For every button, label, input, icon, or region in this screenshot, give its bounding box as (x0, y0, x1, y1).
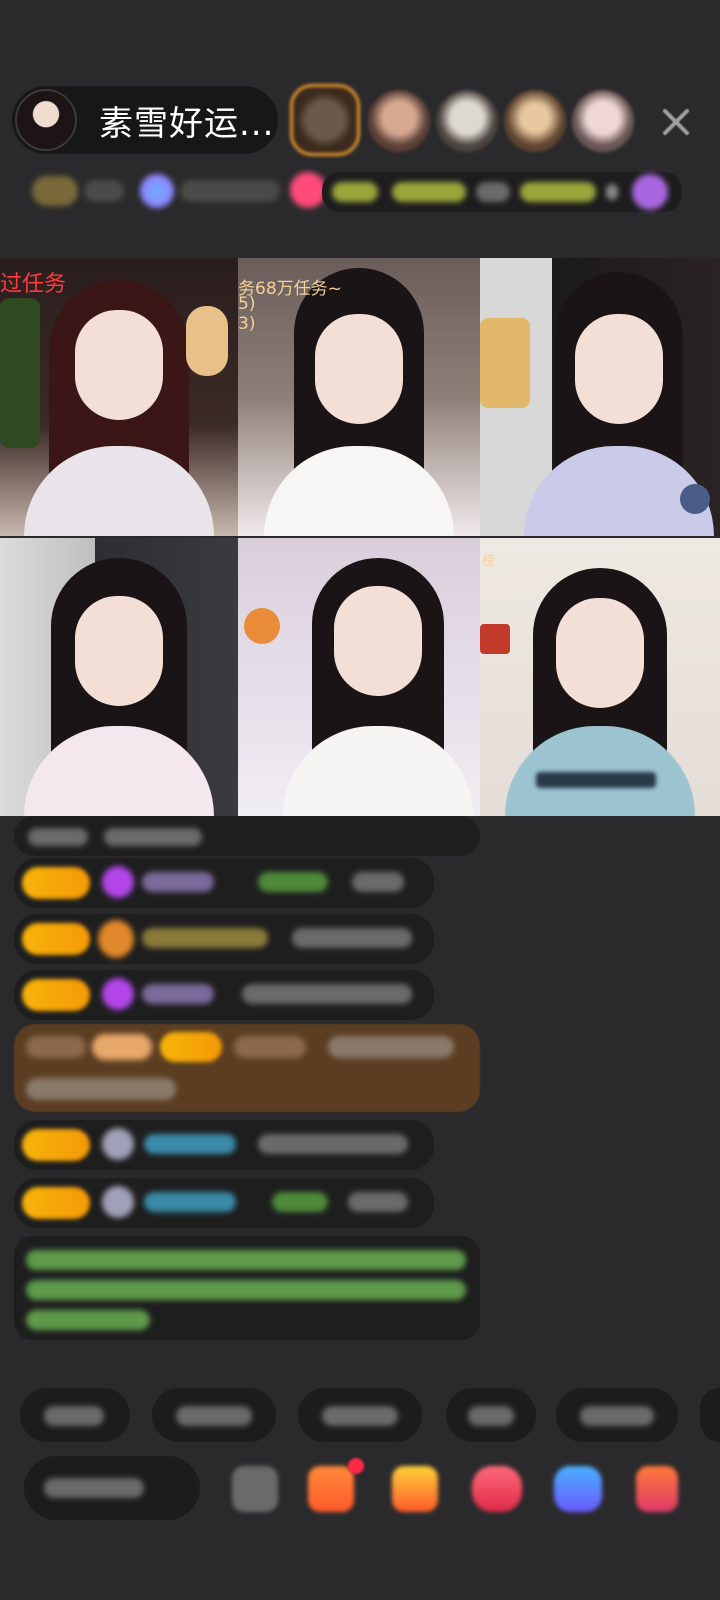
quick-reply-chip[interactable] (152, 1388, 276, 1442)
quick-reply-chip[interactable] (556, 1388, 678, 1442)
hot-icon[interactable] (290, 172, 326, 208)
tile-label: 3) (238, 314, 256, 334)
viewer-avatar[interactable] (368, 90, 430, 152)
live-info-row (22, 172, 692, 216)
gift-message-panel[interactable] (14, 1024, 480, 1112)
globe-icon (140, 174, 174, 208)
rank-arrow (606, 184, 618, 200)
rank-tag (392, 182, 466, 202)
chat-message[interactable] (14, 914, 434, 964)
stat-chip (84, 180, 124, 202)
video-tile[interactable] (0, 538, 238, 816)
gift-box-icon[interactable] (392, 1466, 438, 1512)
chat-message[interactable] (14, 858, 434, 908)
viewer-avatar[interactable] (504, 90, 566, 152)
quick-reply-chip[interactable] (446, 1388, 536, 1442)
viewer-avatar[interactable] (572, 90, 634, 152)
chat-message[interactable] (14, 970, 434, 1020)
rank-tag (520, 182, 596, 202)
tile-label: 榜 (482, 554, 496, 569)
rank-tag (476, 182, 510, 202)
tile-label: 过任务 (0, 272, 67, 297)
more-icon[interactable] (636, 1466, 678, 1512)
video-grid: 过任务 务68万任务~ 5) 3) 榜 (0, 258, 720, 816)
viewer-avatar[interactable] (436, 90, 498, 152)
chat-input[interactable] (24, 1456, 200, 1520)
video-tile[interactable] (238, 538, 480, 816)
tile-label: 5) (238, 294, 256, 314)
chat-message[interactable] (14, 1120, 434, 1170)
close-icon[interactable] (654, 100, 698, 144)
emoji-icon[interactable] (232, 1466, 278, 1512)
viewer-avatar-list (290, 84, 650, 158)
video-tile[interactable]: 务68万任务~ 5) 3) (238, 258, 480, 536)
share-icon[interactable] (554, 1466, 602, 1512)
system-notice (14, 1236, 480, 1340)
gift-icon[interactable] (632, 174, 668, 210)
host-info-pill[interactable]: 素雪好运... (12, 86, 278, 154)
video-tile[interactable]: 榜 (480, 538, 720, 816)
chat-message[interactable] (14, 816, 480, 856)
host-avatar[interactable] (15, 89, 77, 151)
quick-reply-chip[interactable] (298, 1388, 422, 1442)
notification-dot (348, 1458, 364, 1474)
bottom-toolbar (0, 1456, 720, 1536)
video-tile[interactable]: 过任务 (0, 258, 238, 536)
game-icon[interactable] (472, 1466, 522, 1512)
quick-reply-chip[interactable] (20, 1388, 130, 1442)
quick-reply-chip[interactable] (700, 1388, 720, 1442)
shop-icon[interactable] (308, 1466, 354, 1512)
quick-reply-bar (0, 1388, 720, 1448)
viewer-avatar[interactable] (290, 84, 360, 156)
level-badge (32, 176, 78, 206)
video-tile[interactable] (480, 258, 720, 536)
chat-message[interactable] (14, 1178, 434, 1228)
rank-tag (332, 182, 378, 202)
host-name: 素雪好运... (99, 103, 275, 144)
stat-chip (180, 180, 280, 202)
